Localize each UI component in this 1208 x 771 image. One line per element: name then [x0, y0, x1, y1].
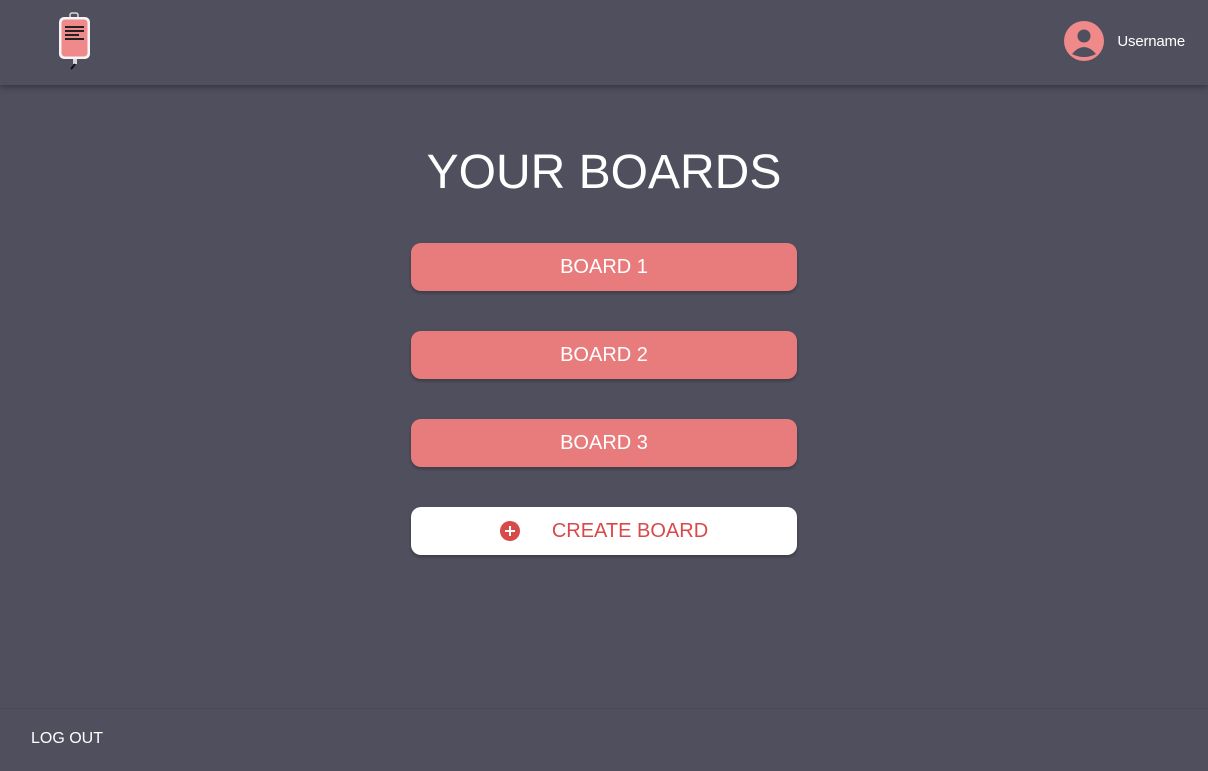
plus-circle-icon: [499, 521, 520, 541]
board-list: BOARD 1 BOARD 2 BOARD 3 CREATE BOARD: [411, 243, 797, 555]
footer: LOG OUT: [0, 708, 1208, 771]
board-button-2[interactable]: BOARD 2: [411, 331, 797, 379]
create-board-button[interactable]: CREATE BOARD: [411, 507, 797, 555]
page-title: YOUR BOARDS: [426, 146, 782, 199]
logout-button[interactable]: LOG OUT: [31, 730, 103, 748]
username-label[interactable]: Username: [1117, 33, 1185, 50]
iv-bag-logo-icon[interactable]: [56, 12, 96, 72]
main-content: YOUR BOARDS BOARD 1 BOARD 2 BOARD 3 CREA…: [0, 85, 1208, 708]
create-board-label: CREATE BOARD: [551, 519, 709, 542]
user-avatar-icon[interactable]: [1064, 21, 1105, 61]
top-bar: Username: [0, 0, 1208, 85]
user-menu[interactable]: Username: [1064, 21, 1185, 61]
board-button-1[interactable]: BOARD 1: [411, 243, 797, 291]
board-button-3[interactable]: BOARD 3: [411, 419, 797, 467]
